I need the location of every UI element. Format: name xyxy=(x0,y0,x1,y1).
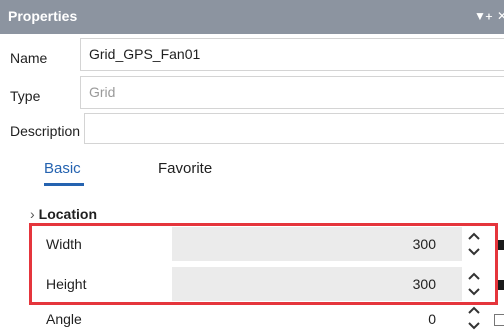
chevron-right-icon: › xyxy=(30,206,35,222)
tab-favorite[interactable]: Favorite xyxy=(158,160,212,177)
dropdown-icon[interactable]: ▼ xyxy=(474,9,486,23)
description-input[interactable] xyxy=(84,113,504,144)
edge-marker xyxy=(497,280,504,290)
height-stepper[interactable] xyxy=(466,268,482,300)
chevron-down-icon xyxy=(468,322,480,330)
height-input[interactable]: 300 xyxy=(172,267,462,301)
type-label: Type xyxy=(10,88,41,104)
chevron-up-icon xyxy=(468,306,480,314)
height-row: Height 300 xyxy=(0,266,504,302)
angle-input[interactable]: 0 xyxy=(172,306,462,334)
name-input[interactable]: Grid_GPS_Fan01 xyxy=(80,38,504,71)
width-input[interactable]: 300 xyxy=(172,227,462,261)
close-icon[interactable]: ✕ xyxy=(497,9,504,23)
chevron-down-icon xyxy=(468,288,480,296)
chevron-up-icon xyxy=(468,232,480,240)
type-row: Type Grid xyxy=(0,74,504,112)
angle-row: Angle 0 xyxy=(0,306,504,334)
location-section-title: Location xyxy=(38,206,98,222)
active-tab-indicator xyxy=(44,183,84,186)
name-row: Name Grid_GPS_Fan01 xyxy=(0,36,504,72)
description-label: Description xyxy=(10,123,81,139)
properties-panel-titlebar: Properties ▼ ᚐ ✕ xyxy=(0,0,504,34)
angle-value: 0 xyxy=(428,311,436,327)
width-stepper[interactable] xyxy=(466,228,482,260)
pin-icon[interactable]: ᚐ xyxy=(486,9,492,23)
name-label: Name xyxy=(10,50,48,66)
tab-basic[interactable]: Basic xyxy=(44,160,81,177)
width-value: 300 xyxy=(412,236,436,252)
height-value: 300 xyxy=(412,276,436,292)
height-label: Height xyxy=(46,276,87,292)
angle-label: Angle xyxy=(46,311,82,327)
width-row: Width 300 xyxy=(0,226,504,262)
description-row: Description xyxy=(0,113,504,149)
chevron-up-icon xyxy=(468,272,480,280)
edge-marker xyxy=(497,240,504,250)
angle-checkbox[interactable] xyxy=(494,314,504,326)
chevron-down-icon xyxy=(468,248,480,256)
type-input: Grid xyxy=(80,76,504,109)
panel-title: Properties xyxy=(8,8,78,24)
width-label: Width xyxy=(46,236,82,252)
location-section-header[interactable]: › Location xyxy=(30,206,97,222)
angle-stepper[interactable] xyxy=(466,302,482,334)
